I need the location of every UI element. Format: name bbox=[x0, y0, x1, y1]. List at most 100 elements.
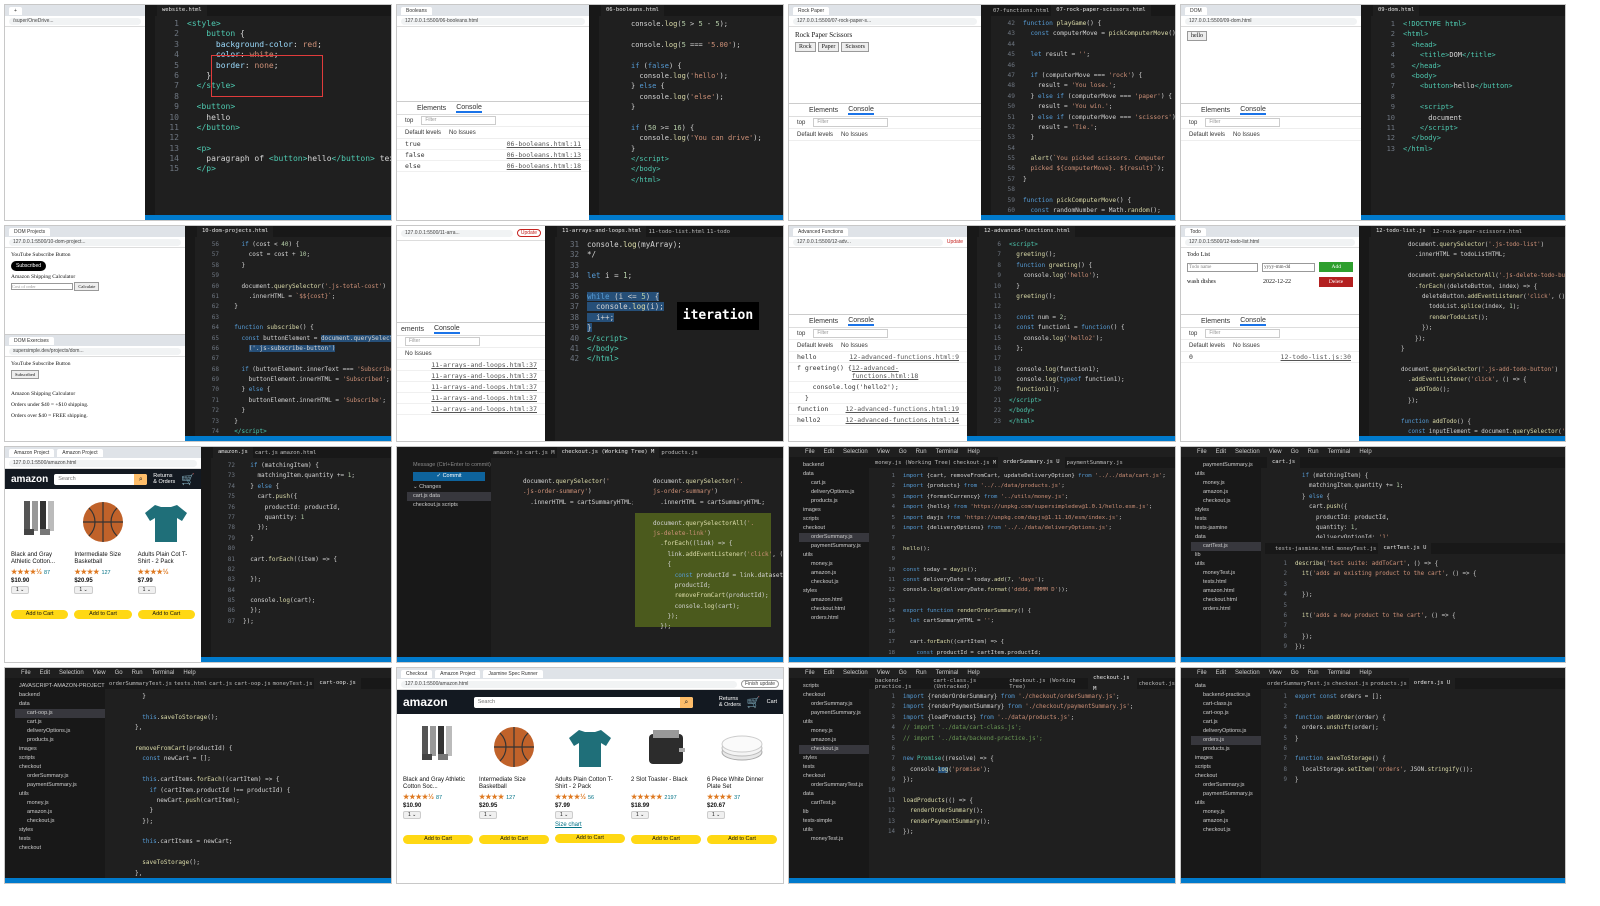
code-line[interactable]: deleteButton.addEventListener('click', (… bbox=[1371, 292, 1565, 302]
code-line[interactable]: 55 alert(`You picked scissors. Computer bbox=[993, 154, 1175, 164]
code-line[interactable]: } bbox=[105, 806, 391, 816]
explorer-item[interactable]: utils bbox=[799, 551, 869, 560]
explorer-item[interactable]: checkout.html bbox=[799, 605, 869, 614]
code-line[interactable]: 57 cost = cost + 10; bbox=[197, 250, 391, 260]
editor-tab-active[interactable]: 07-rock-paper-scissors.html bbox=[1051, 5, 1151, 16]
menu-item-run[interactable]: Run bbox=[1308, 449, 1319, 455]
code-line[interactable] bbox=[105, 734, 391, 744]
code-line[interactable]: productId: productId, bbox=[1265, 513, 1565, 523]
code-line[interactable]: 7 <button>hello</button> bbox=[1373, 81, 1565, 91]
update-button[interactable]: Update bbox=[516, 229, 541, 237]
explorer-item[interactable]: scripts bbox=[799, 515, 869, 524]
menu-item-edit[interactable]: Edit bbox=[1216, 449, 1226, 455]
code-line[interactable]: 13 renderPaymentSummary(); bbox=[873, 817, 1175, 827]
menu-item-file[interactable]: File bbox=[805, 670, 815, 676]
code-line[interactable]: </body> bbox=[601, 164, 783, 174]
explorer-item[interactable]: data bbox=[1191, 682, 1261, 691]
code-line[interactable]: this.cartItems = newCart; bbox=[105, 837, 391, 847]
explorer-item[interactable]: products.js bbox=[799, 497, 869, 506]
code-area[interactable]: 42 function playGame() {43 const computer… bbox=[993, 19, 1175, 214]
code-line[interactable]: 4 import {hello} from 'https://unpkg.com/… bbox=[873, 502, 1175, 512]
menu-item-terminal[interactable]: Terminal bbox=[1328, 670, 1351, 676]
code-line[interactable]: 13 <p> bbox=[157, 144, 391, 154]
subscribe-button[interactable]: Subscribed bbox=[11, 370, 39, 379]
menu-item-help[interactable]: Help bbox=[1359, 670, 1371, 676]
code-line[interactable] bbox=[105, 765, 391, 775]
menu-item-selection[interactable]: Selection bbox=[843, 449, 868, 455]
explorer-item[interactable]: tests bbox=[799, 763, 869, 772]
editor-tab[interactable]: 06-booleans.html bbox=[601, 5, 664, 16]
tab-console[interactable]: Console bbox=[848, 106, 874, 115]
menu-item-file[interactable]: File bbox=[805, 449, 815, 455]
editor-tab[interactable]: 12-rock-paper-scissors.html bbox=[1433, 229, 1522, 235]
code-line[interactable] bbox=[601, 113, 783, 123]
code-line[interactable]: 13 bbox=[873, 596, 1175, 606]
quantity-select[interactable]: 1 ⌄ bbox=[479, 811, 498, 819]
code-line[interactable]: 72 if (matchingItem) { bbox=[213, 461, 391, 471]
code-line[interactable]: 18 console.log(function1); bbox=[979, 365, 1175, 375]
code-line[interactable]: document.querySelectorAll('. bbox=[623, 519, 783, 529]
code-line[interactable]: 42 </html> bbox=[557, 354, 783, 364]
activity-bar[interactable] bbox=[967, 226, 977, 441]
code-line[interactable]: 9}); bbox=[1265, 642, 1565, 652]
code-line[interactable]: 9 <script> bbox=[1373, 102, 1565, 112]
address-bar[interactable]: /super/OneDrive... bbox=[9, 17, 141, 25]
explorer-item[interactable]: products.js bbox=[15, 736, 105, 745]
menu-item-view[interactable]: View bbox=[1269, 449, 1282, 455]
address-bar[interactable]: 127.0.0.1:5500/12-todo-list.html bbox=[1185, 238, 1355, 246]
editor-tab[interactable]: 12-advanced-functions.html bbox=[979, 226, 1076, 237]
code-line[interactable]: 10 document bbox=[1373, 113, 1565, 123]
code-line[interactable]: 44 bbox=[993, 40, 1175, 50]
code-line[interactable]: if (false) { bbox=[601, 61, 783, 71]
tab-elements[interactable]: ements bbox=[401, 326, 424, 333]
code-line[interactable]: 1 describe('test suite: addToCart', () =>… bbox=[1265, 559, 1565, 569]
code-line[interactable]: 2 import {renderPaymentSummary} from './c… bbox=[873, 702, 1175, 712]
code-line[interactable]: </script> bbox=[601, 154, 783, 164]
tab-console[interactable]: Console bbox=[1240, 317, 1266, 326]
explorer-item[interactable]: cart-oop.js bbox=[15, 709, 105, 718]
code-line[interactable]: 9 <button> bbox=[157, 102, 391, 112]
tab-elements[interactable]: Elements bbox=[1201, 107, 1230, 114]
code-line[interactable]: 3 function addOrder(order) { bbox=[1265, 713, 1565, 723]
editor-tab[interactable]: checkout.js M bbox=[953, 460, 996, 466]
code-area[interactable]: 56 if (cost < 40) {57 cost = cost + 10; 5… bbox=[197, 240, 391, 435]
code-line[interactable]: 54 bbox=[993, 144, 1175, 154]
activity-bar[interactable] bbox=[1361, 5, 1371, 220]
code-line[interactable]: quantity: 1, bbox=[1265, 523, 1565, 533]
code-line[interactable]: 14 paragraph of <button>hello</button> t… bbox=[157, 154, 391, 164]
filter-input[interactable]: Filter bbox=[813, 329, 889, 338]
code-line[interactable]: newCart.push(cartItem); bbox=[105, 796, 391, 806]
code-line[interactable]: 78 }); bbox=[213, 523, 391, 533]
code-line[interactable]: js-order-summary') bbox=[623, 487, 783, 497]
issues-badge[interactable]: No Issues bbox=[1233, 343, 1260, 349]
code-line[interactable]: 58 bbox=[993, 185, 1175, 195]
tab-elements[interactable]: Elements bbox=[417, 105, 446, 112]
explorer-item[interactable]: tests bbox=[15, 835, 105, 844]
menu-item-go[interactable]: Go bbox=[1291, 670, 1299, 676]
code-line[interactable]: 17 bbox=[979, 354, 1175, 364]
code-line[interactable] bbox=[601, 29, 783, 39]
explorer-item[interactable]: utils bbox=[1191, 470, 1261, 479]
code-line[interactable]: document.querySelector('.js-todo-list') bbox=[1371, 240, 1565, 250]
filter-input[interactable]: Filter bbox=[421, 116, 497, 125]
date-input[interactable]: yyyy-mm-dd bbox=[1262, 262, 1316, 272]
quantity-select[interactable]: 1 ⌄ bbox=[137, 586, 157, 594]
browser-tab[interactable]: DOM Projects bbox=[9, 227, 51, 236]
explorer-item[interactable]: checkout bbox=[799, 524, 869, 533]
code-line[interactable]: console.log('You can drive'); bbox=[601, 133, 783, 143]
editor-tab[interactable]: moneyTest.js bbox=[1337, 546, 1377, 552]
code-line[interactable]: addTodo(); bbox=[1371, 385, 1565, 395]
activity-bar[interactable] bbox=[789, 678, 799, 883]
browser-tab[interactable]: Rock Paper bbox=[793, 6, 830, 15]
menu-item-terminal[interactable]: Terminal bbox=[936, 670, 959, 676]
levels-select[interactable]: Default levels bbox=[405, 130, 441, 136]
cart-icon[interactable]: 🛒 bbox=[747, 696, 761, 709]
editor-tab[interactable]: 12-todo-list.js bbox=[1371, 226, 1431, 237]
code-line[interactable]: 72 } bbox=[197, 406, 391, 416]
code-line[interactable]: 35 bbox=[557, 282, 783, 292]
explorer-item[interactable]: checkout.js bbox=[1191, 497, 1261, 506]
explorer-item[interactable]: checkout bbox=[1191, 772, 1261, 781]
explorer-item[interactable]: tests.html bbox=[1191, 578, 1261, 587]
editor-tab-active[interactable]: cartTest.js U bbox=[1378, 543, 1432, 554]
explorer-item[interactable]: checkout bbox=[799, 691, 869, 700]
